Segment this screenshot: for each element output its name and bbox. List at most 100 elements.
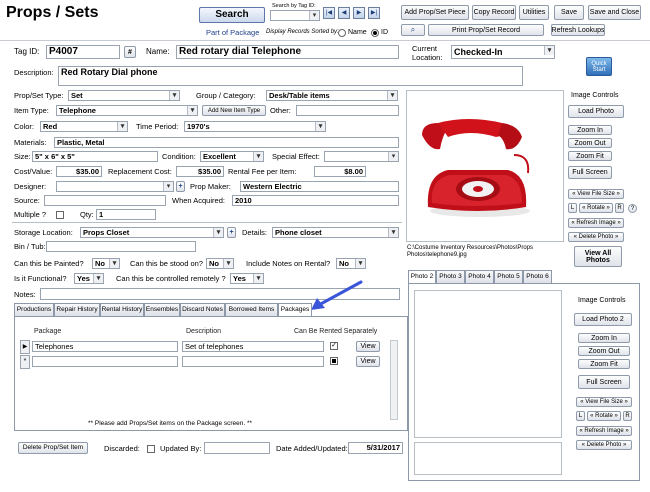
view-file-size-button[interactable]: « View File Size » bbox=[568, 189, 624, 199]
painted-dropdown[interactable]: No bbox=[92, 258, 120, 269]
tab-photo-2[interactable]: Photo 2 bbox=[408, 270, 436, 284]
photo2-rotate-right-button[interactable]: R bbox=[623, 411, 632, 421]
materials-field[interactable]: Plastic, Metal bbox=[54, 137, 399, 148]
tab-photo-5[interactable]: Photo 5 bbox=[494, 270, 523, 283]
sort-by-id-radio[interactable] bbox=[371, 29, 379, 37]
multiple-checkbox[interactable] bbox=[56, 211, 64, 219]
row-selector[interactable]: * bbox=[20, 355, 30, 369]
sort-by-name-radio[interactable] bbox=[338, 29, 346, 37]
refresh-image-button[interactable]: « Refresh Image » bbox=[568, 218, 624, 228]
remote-dropdown[interactable]: Yes bbox=[230, 273, 264, 284]
view-package-button[interactable]: View bbox=[356, 356, 380, 367]
save-close-button[interactable]: Save and Close bbox=[588, 5, 641, 20]
add-prop-button[interactable]: Add Prop/Set Piece bbox=[401, 5, 469, 20]
previous-record-button[interactable]: ◀ bbox=[338, 7, 350, 19]
rotate-right-button[interactable]: R bbox=[615, 203, 624, 213]
tab-packages[interactable]: Packages bbox=[278, 303, 312, 317]
date-updated-field[interactable]: 5/31/2017 bbox=[348, 442, 403, 454]
description-field[interactable]: Red Rotary Dial phone bbox=[58, 66, 523, 86]
photo2-rotate-left-button[interactable]: L bbox=[576, 411, 585, 421]
special-effect-dropdown[interactable] bbox=[324, 151, 399, 162]
last-record-button[interactable]: ▶| bbox=[368, 7, 380, 19]
print-record-button[interactable]: Print Prop/Set Record bbox=[428, 24, 544, 36]
storage-location-dropdown[interactable]: Props Closet bbox=[80, 227, 224, 238]
photo2-delete-photo-button[interactable]: « Delete Photo » bbox=[576, 440, 632, 450]
color-dropdown[interactable]: Red bbox=[40, 121, 128, 132]
rentable-checkbox[interactable] bbox=[330, 357, 338, 365]
tab-photo-6[interactable]: Photo 6 bbox=[523, 270, 552, 283]
tab-borrowed-items[interactable]: Borrowed Items bbox=[225, 303, 278, 316]
other-field[interactable] bbox=[296, 105, 399, 116]
time-period-dropdown[interactable]: 1970's bbox=[184, 121, 326, 132]
item-type-dropdown[interactable]: Telephone bbox=[56, 105, 198, 116]
view-package-button[interactable]: View bbox=[356, 341, 380, 352]
tab-rental-history[interactable]: Rental History bbox=[100, 303, 144, 316]
table-row[interactable]: ▶ Telephones Set of telephones ✓ View bbox=[20, 340, 390, 354]
load-photo-2-button[interactable]: Load Photo 2 bbox=[574, 313, 632, 326]
description-cell[interactable]: Set of telephones bbox=[182, 341, 324, 352]
rotate-button[interactable]: « Rotate » bbox=[579, 203, 613, 213]
prop-maker-field[interactable]: Western Electric bbox=[240, 181, 399, 192]
source-field[interactable] bbox=[44, 195, 166, 206]
copy-record-button[interactable]: Copy Record bbox=[472, 5, 516, 20]
photo2-view-file-size-button[interactable]: « View File Size » bbox=[576, 397, 632, 407]
rentable-checkbox[interactable]: ✓ bbox=[330, 342, 338, 350]
tab-repair-history[interactable]: Repair History bbox=[54, 303, 100, 316]
type-dropdown[interactable]: Set bbox=[68, 90, 180, 101]
view-all-photos-button[interactable]: View All Photos bbox=[574, 246, 622, 267]
photo2-zoom-in-button[interactable]: Zoom In bbox=[578, 333, 630, 343]
tab-productions[interactable]: Productions bbox=[14, 303, 54, 316]
binoculars-button[interactable]: ⌕ bbox=[401, 24, 425, 36]
qty-field[interactable]: 1 bbox=[96, 209, 156, 220]
refresh-lookups-button[interactable]: Refresh Lookups bbox=[551, 24, 605, 36]
package-cell[interactable]: Telephones bbox=[32, 341, 178, 352]
zoom-fit-button[interactable]: Zoom Fit bbox=[568, 151, 612, 161]
name-field[interactable]: Red rotary dial Telephone bbox=[176, 45, 399, 59]
search-by-tag-dropdown[interactable] bbox=[270, 10, 320, 21]
table-scrollbar[interactable] bbox=[390, 340, 398, 420]
hash-button[interactable]: # bbox=[124, 46, 136, 58]
photo2-rotate-button[interactable]: « Rotate » bbox=[587, 411, 621, 421]
tab-photo-4[interactable]: Photo 4 bbox=[465, 270, 494, 283]
tab-ensembles[interactable]: Ensembles bbox=[144, 303, 180, 316]
replacement-cost-field[interactable]: $35.00 bbox=[176, 166, 224, 177]
utilities-button[interactable]: Utilities bbox=[519, 5, 549, 20]
functional-dropdown[interactable]: Yes bbox=[74, 273, 104, 284]
designer-dropdown[interactable] bbox=[56, 181, 174, 192]
table-row[interactable]: * View bbox=[20, 355, 390, 369]
updated-by-field[interactable] bbox=[204, 442, 270, 454]
photo2-zoom-fit-button[interactable]: Zoom Fit bbox=[578, 359, 630, 369]
photo2-zoom-out-button[interactable]: Zoom Out bbox=[578, 346, 630, 356]
search-button[interactable]: Search bbox=[199, 7, 265, 23]
tab-photo-3[interactable]: Photo 3 bbox=[436, 270, 465, 283]
package-cell[interactable] bbox=[32, 356, 178, 367]
when-acquired-field[interactable]: 2010 bbox=[232, 195, 399, 206]
help-button[interactable]: ? bbox=[628, 204, 637, 213]
next-record-button[interactable]: ▶ bbox=[353, 7, 365, 19]
cost-field[interactable]: $35.00 bbox=[56, 166, 102, 177]
condition-dropdown[interactable]: Excellent bbox=[200, 151, 264, 162]
tag-id-field[interactable]: P4007 bbox=[46, 45, 120, 59]
load-photo-button[interactable]: Load Photo bbox=[568, 105, 624, 118]
row-selector[interactable]: ▶ bbox=[20, 340, 30, 354]
discarded-checkbox[interactable] bbox=[147, 445, 155, 453]
details-dropdown[interactable]: Phone closet bbox=[272, 227, 399, 238]
size-field[interactable]: 5" x 6" x 5" bbox=[32, 151, 158, 162]
photo2-frame[interactable] bbox=[414, 290, 562, 438]
add-designer-button[interactable]: + bbox=[176, 181, 185, 192]
quick-start-button[interactable]: Quick Start bbox=[586, 57, 612, 76]
save-button[interactable]: Save bbox=[554, 5, 584, 20]
rotate-left-button[interactable]: L bbox=[568, 203, 577, 213]
add-item-type-button[interactable]: Add New Item Type bbox=[202, 105, 266, 116]
photo2-refresh-image-button[interactable]: « Refresh Image » bbox=[576, 426, 632, 436]
tab-discard-notes[interactable]: Discard Notes bbox=[180, 303, 225, 316]
group-dropdown[interactable]: Desk/Table items bbox=[266, 90, 398, 101]
stood-dropdown[interactable]: No bbox=[206, 258, 234, 269]
delete-item-button[interactable]: Delete Prop/Set Item bbox=[18, 442, 88, 454]
rental-fee-field[interactable]: $8.00 bbox=[314, 166, 366, 177]
full-screen-button[interactable]: Full Screen bbox=[568, 166, 612, 179]
bin-field[interactable] bbox=[46, 241, 196, 252]
zoom-out-button[interactable]: Zoom Out bbox=[568, 138, 612, 148]
location-dropdown[interactable]: Checked-In bbox=[451, 45, 555, 59]
notes-rental-dropdown[interactable]: No bbox=[336, 258, 366, 269]
